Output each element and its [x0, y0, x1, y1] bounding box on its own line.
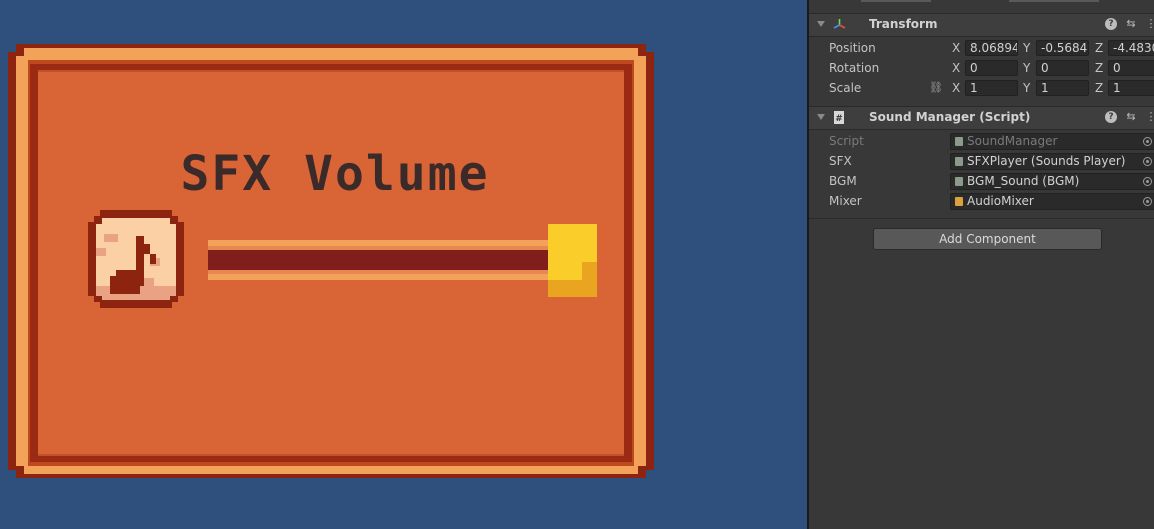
help-icon[interactable]: ?	[1105, 111, 1117, 123]
mixer-label: Mixer	[829, 194, 862, 208]
rotation-z-axis: Z	[1095, 61, 1104, 75]
scale-label: Scale	[829, 81, 862, 95]
sound-manager-title: Sound Manager (Script)	[869, 110, 1031, 124]
script-file-icon	[955, 157, 963, 166]
scale-x-field[interactable]: 1	[965, 80, 1018, 96]
scale-y-field[interactable]: 1	[1036, 80, 1089, 96]
transform-icon	[833, 19, 846, 29]
object-picker-icon	[1143, 137, 1152, 146]
rotation-z-field[interactable]: 0	[1108, 60, 1154, 76]
script-field-value: SoundManager	[967, 134, 1058, 148]
sfx-field-value: SFXPlayer (Sounds Player)	[967, 154, 1126, 168]
object-picker-icon[interactable]	[1143, 177, 1152, 186]
rotation-x-axis: X	[952, 61, 961, 75]
component-separator	[809, 218, 1154, 219]
script-label: Script	[829, 134, 864, 148]
inspector-top-strip	[809, 0, 1154, 14]
sfx-field[interactable]: SFXPlayer (Sounds Player)	[950, 153, 1154, 170]
script-file-icon	[955, 177, 963, 186]
bgm-field[interactable]: BGM_Sound (BGM)	[950, 173, 1154, 190]
position-y-field[interactable]: -0.5684	[1036, 40, 1089, 56]
scale-x-axis: X	[952, 81, 961, 95]
panel-title: SFX Volume	[180, 146, 490, 202]
constrain-proportions-icon[interactable]: ⛓	[929, 82, 943, 93]
position-x-axis: X	[952, 41, 961, 55]
foldout-arrow-icon[interactable]	[817, 21, 825, 27]
bgm-field-value: BGM_Sound (BGM)	[967, 174, 1080, 188]
sound-manager-header[interactable]: # Sound Manager (Script) ? ⇆ ⋮	[809, 106, 1154, 130]
transform-title: Transform	[869, 17, 938, 31]
object-picker-icon[interactable]	[1143, 157, 1152, 166]
rotation-x-field[interactable]: 0	[965, 60, 1018, 76]
music-note-icon	[88, 210, 184, 308]
script-field: SoundManager	[950, 133, 1154, 150]
script-file-icon	[955, 137, 963, 146]
context-menu-icon[interactable]: ⋮	[1145, 18, 1154, 30]
presets-icon[interactable]: ⇆	[1125, 18, 1137, 30]
bgm-label: BGM	[829, 174, 857, 188]
sfx-label: SFX	[829, 154, 852, 168]
inspector-panel: Transform ? ⇆ ⋮ Position X 8.06894 Y -0.…	[807, 0, 1154, 529]
add-component-button[interactable]: Add Component	[873, 228, 1102, 250]
scale-z-field[interactable]: 1	[1108, 80, 1154, 96]
scale-z-axis: Z	[1095, 81, 1104, 95]
object-picker-icon[interactable]	[1143, 197, 1152, 206]
position-z-field[interactable]: -4.4830	[1108, 40, 1154, 56]
scale-y-axis: Y	[1023, 81, 1031, 95]
help-icon[interactable]: ?	[1105, 18, 1117, 30]
transform-header[interactable]: Transform ? ⇆ ⋮	[809, 13, 1154, 37]
slider-track	[208, 250, 558, 270]
position-y-axis: Y	[1023, 41, 1031, 55]
rotation-label: Rotation	[829, 61, 880, 75]
mixer-field-value: AudioMixer	[967, 194, 1034, 208]
rotation-y-axis: Y	[1023, 61, 1031, 75]
script-icon: #	[834, 111, 844, 124]
sfx-volume-panel-art	[8, 44, 654, 478]
rotation-y-field[interactable]: 0	[1036, 60, 1089, 76]
position-label: Position	[829, 41, 876, 55]
foldout-arrow-icon[interactable]	[817, 114, 825, 120]
position-x-field[interactable]: 8.06894	[965, 40, 1018, 56]
slider-knob[interactable]	[548, 224, 597, 297]
position-z-axis: Z	[1095, 41, 1104, 55]
svg-text:#: #	[835, 114, 843, 124]
presets-icon[interactable]: ⇆	[1125, 111, 1137, 123]
mixer-field[interactable]: AudioMixer	[950, 193, 1154, 210]
game-view: SFX Volume	[0, 0, 807, 529]
audio-mixer-icon	[955, 197, 963, 206]
context-menu-icon[interactable]: ⋮	[1145, 111, 1154, 123]
